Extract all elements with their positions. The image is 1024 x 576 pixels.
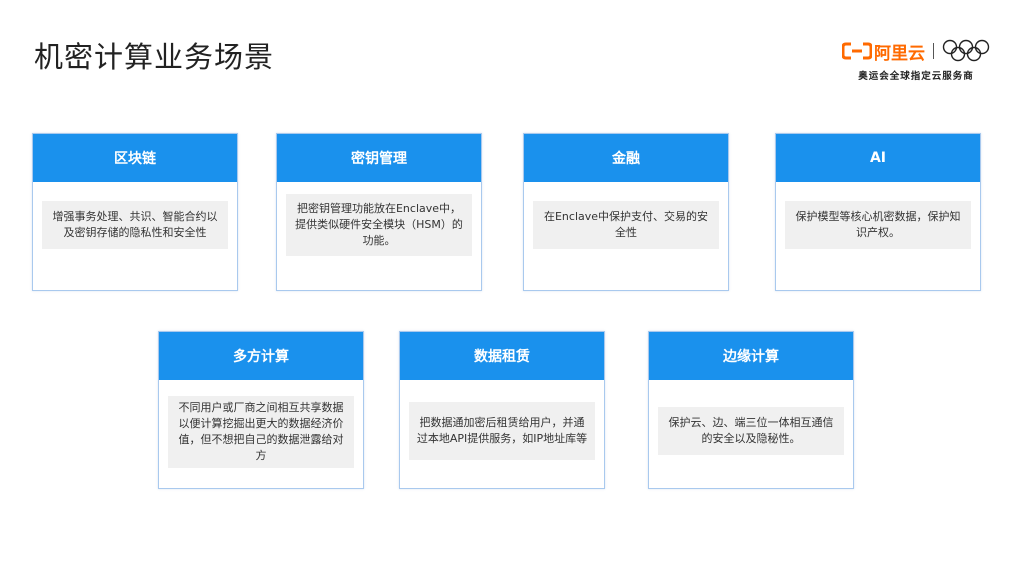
logo-subtitle: 奥运会全球指定云服务商	[858, 71, 974, 82]
logo-brand-text: 阿里云	[874, 43, 925, 64]
card-edge-computing: 边缘计算 保护云、边、端三位一体相互通信的安全以及隐秘性。	[648, 331, 854, 489]
card-title: 密钥管理	[277, 134, 481, 182]
card-description: 增强事务处理、共识、智能合约以及密钥存储的隐私性和安全性	[42, 201, 228, 249]
card-title: AI	[776, 134, 980, 182]
card-blockchain: 区块链 增强事务处理、共识、智能合约以及密钥存储的隐私性和安全性	[32, 133, 238, 291]
alibaba-cloud-mark-icon	[842, 42, 872, 60]
card-finance: 金融 在Enclave中保护支付、交易的安全性	[523, 133, 729, 291]
alibaba-cloud-logo: 阿里云 奥运会全球指定云服务商	[840, 38, 992, 82]
card-multi-party-computation: 多方计算 不同用户或厂商之间相互共享数据以便计算挖掘出更大的数据经济价值，但不想…	[158, 331, 364, 489]
card-data-leasing: 数据租赁 把数据通加密后租赁给用户，并通过本地API提供服务，如IP地址库等	[399, 331, 605, 489]
card-title: 金融	[524, 134, 728, 182]
card-title: 多方计算	[159, 332, 363, 380]
card-title: 边缘计算	[649, 332, 853, 380]
card-description: 不同用户或厂商之间相互共享数据以便计算挖掘出更大的数据经济价值，但不想把自己的数…	[168, 396, 354, 468]
card-description: 保护云、边、端三位一体相互通信的安全以及隐秘性。	[658, 407, 844, 455]
card-ai: AI 保护模型等核心机密数据，保护知识产权。	[775, 133, 981, 291]
card-description: 把数据通加密后租赁给用户，并通过本地API提供服务，如IP地址库等	[409, 402, 595, 460]
card-title: 区块链	[33, 134, 237, 182]
card-key-management: 密钥管理 把密钥管理功能放在Enclave中，提供类似硬件安全模块（HSM）的功…	[276, 133, 482, 291]
card-title: 数据租赁	[400, 332, 604, 380]
olympic-rings-icon	[942, 39, 990, 62]
logo-divider	[933, 43, 934, 59]
page-title: 机密计算业务场景	[34, 40, 275, 74]
logo-row: 阿里云	[842, 38, 990, 64]
card-description: 把密钥管理功能放在Enclave中，提供类似硬件安全模块（HSM）的功能。	[286, 194, 472, 256]
card-description: 保护模型等核心机密数据，保护知识产权。	[785, 201, 971, 249]
card-description: 在Enclave中保护支付、交易的安全性	[533, 201, 719, 249]
